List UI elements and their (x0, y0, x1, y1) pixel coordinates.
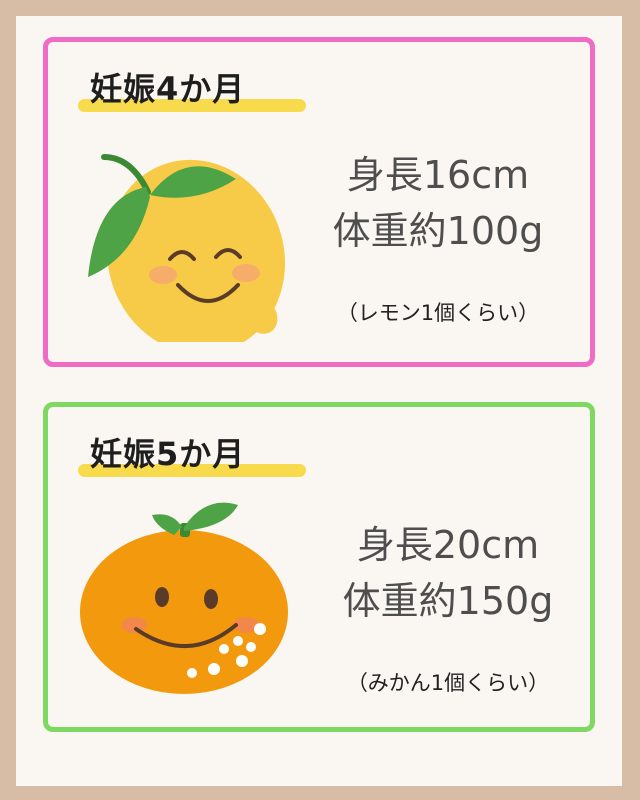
lemon-icon (76, 127, 286, 355)
card-title: 妊娠4か月 (90, 70, 246, 108)
comparison-note: （みかん1個くらい） (346, 671, 550, 695)
title-block: 妊娠5か月 (78, 429, 308, 485)
title-block: 妊娠4か月 (78, 64, 308, 120)
card-title: 妊娠5か月 (90, 435, 246, 473)
mikan-icon (76, 497, 291, 697)
height-text: 身長16cm (346, 153, 530, 197)
month-5-card: 妊娠5か月 身長20cm 体重約150g （みかん1個くらい） (43, 402, 595, 732)
month-4-card: 妊娠4か月 身長16cm 体重約100g （レモン1個くらい） (43, 37, 595, 367)
size-stats: 身長20cm 体重約150g (298, 517, 598, 629)
size-stats: 身長16cm 体重約100g (288, 147, 588, 259)
weight-text: 体重約150g (342, 579, 554, 623)
comparison-note: （レモン1個くらい） (336, 301, 540, 325)
height-text: 身長20cm (356, 523, 540, 567)
weight-text: 体重約100g (332, 209, 544, 253)
page-panel: 妊娠4か月 身長16cm 体重約100g （レモン1個くらい） 妊娠5か月 身長… (16, 16, 622, 786)
